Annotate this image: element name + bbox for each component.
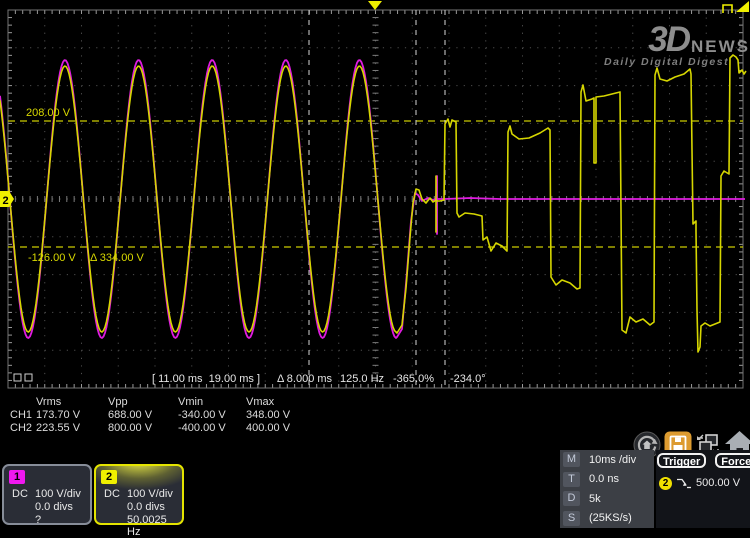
marker-square-icon bbox=[14, 374, 21, 381]
spacer bbox=[2, 396, 36, 409]
cursor-time-bracket: [ 11.00 ms 19.00 ms ] bbox=[152, 373, 260, 385]
ch2-ground-marker[interactable]: 2 bbox=[0, 191, 14, 207]
timebase-row-s[interactable]: S (25KS/s) bbox=[560, 509, 654, 529]
meas-ch1-vmax: 348.00 V bbox=[246, 409, 316, 422]
timebase-value-t: 0.0 ns bbox=[589, 473, 619, 485]
channel-1-panel[interactable]: 1 DC 100 V/div 0.0 divs ? bbox=[2, 464, 92, 525]
cursor-percent-readout: -365.0% bbox=[393, 373, 434, 385]
meas-ch1-vrms: 173.70 V bbox=[36, 409, 108, 422]
timebase-key-m: M bbox=[563, 452, 580, 467]
meas-ch2-vrms: 223.55 V bbox=[36, 422, 108, 435]
timebase-value-s: (25KS/s) bbox=[589, 512, 632, 524]
channel-2-panel[interactable]: 2 DC 100 V/div 0.0 divs 50.0025 Hz bbox=[94, 464, 184, 525]
meas-header-vmin: Vmin bbox=[178, 396, 246, 409]
oscilloscope-screen: { "logo": {"mark": "3D", "news": "NEWS",… bbox=[0, 0, 750, 528]
channel-2-frequency: 50.0025 Hz bbox=[127, 514, 182, 538]
meas-row-ch1-label: CH1 bbox=[2, 409, 36, 422]
channel-2-coupling: DC bbox=[104, 488, 120, 500]
cursor-degree-readout: -234.0° bbox=[450, 373, 486, 385]
channel-1-coupling: DC bbox=[12, 488, 28, 500]
channel-2-badge: 2 bbox=[101, 470, 117, 484]
meas-row-ch2-label: CH2 bbox=[2, 422, 36, 435]
waveform-layer bbox=[0, 55, 746, 352]
trigger-level-row[interactable]: 2 500.00 V bbox=[659, 476, 750, 490]
channel-1-frequency: ? bbox=[35, 514, 41, 526]
force-button[interactable]: Force bbox=[715, 453, 750, 468]
timebase-row-d[interactable]: D 5k bbox=[560, 489, 654, 509]
meas-ch1-vmin: -340.00 V bbox=[178, 409, 246, 422]
channel-1-badge: 1 bbox=[9, 470, 25, 484]
timebase-value-m: 10ms /div bbox=[589, 454, 636, 466]
meas-header-vpp: Vpp bbox=[108, 396, 178, 409]
falling-edge-icon bbox=[676, 476, 692, 490]
trigger-level-value: 500.00 V bbox=[696, 477, 740, 489]
trigger-source-badge: 2 bbox=[659, 477, 672, 490]
meas-header-vmax: Vmax bbox=[246, 396, 316, 409]
meas-ch2-vmax: 400.00 V bbox=[246, 422, 316, 435]
cursor-high-voltage-label: 208.00 V bbox=[26, 107, 71, 119]
trigger-button[interactable]: Trigger bbox=[657, 453, 706, 468]
meas-header-vrms: Vrms bbox=[36, 396, 108, 409]
timebase-key-d: D bbox=[563, 491, 580, 506]
timebase-value-d: 5k bbox=[589, 493, 601, 505]
cursor-delta-voltage-label: Δ 334.00 V bbox=[90, 252, 144, 264]
channel-1-offset: 0.0 divs bbox=[35, 501, 73, 513]
trigger-panel: Trigger Force 2 500.00 V bbox=[656, 450, 750, 528]
meas-ch2-vmin: -400.00 V bbox=[178, 422, 246, 435]
ch2-ground-marker-label: 2 bbox=[3, 195, 9, 207]
timebase-row-m[interactable]: M 10ms /div bbox=[560, 450, 654, 470]
graticule-display: 2 208.00 V -126.00 V Δ 334.00 V [ 11.00 … bbox=[0, 0, 750, 392]
trigger-edge-glyph-icon bbox=[723, 5, 732, 13]
meas-ch2-vpp: 800.00 V bbox=[108, 422, 178, 435]
trigger-position-marker[interactable] bbox=[368, 1, 382, 10]
cursor-low-voltage-label: -126.00 V bbox=[28, 252, 76, 264]
channel-2-scale: 100 V/div bbox=[127, 488, 173, 500]
cursor-freq-readout: 125.0 Hz bbox=[340, 373, 384, 385]
trigger-level-corner-arrow-icon[interactable] bbox=[736, 1, 749, 12]
channel-2-offset: 0.0 divs bbox=[127, 501, 165, 513]
cursor-time-delta: Δ 8.000 ms bbox=[277, 373, 333, 385]
timebase-key-t: T bbox=[563, 472, 580, 487]
timebase-row-t[interactable]: T 0.0 ns bbox=[560, 470, 654, 490]
timebase-panel: M 10ms /div T 0.0 ns D 5k S (25KS/s) bbox=[560, 450, 654, 528]
channel-1-scale: 100 V/div bbox=[35, 488, 81, 500]
marker-square-icon bbox=[25, 374, 32, 381]
timebase-key-s: S bbox=[563, 511, 580, 526]
meas-ch1-vpp: 688.00 V bbox=[108, 409, 178, 422]
measurements-table: Vrms Vpp Vmin Vmax CH1 173.70 V 688.00 V… bbox=[2, 396, 316, 434]
ch2-trace bbox=[0, 55, 746, 352]
